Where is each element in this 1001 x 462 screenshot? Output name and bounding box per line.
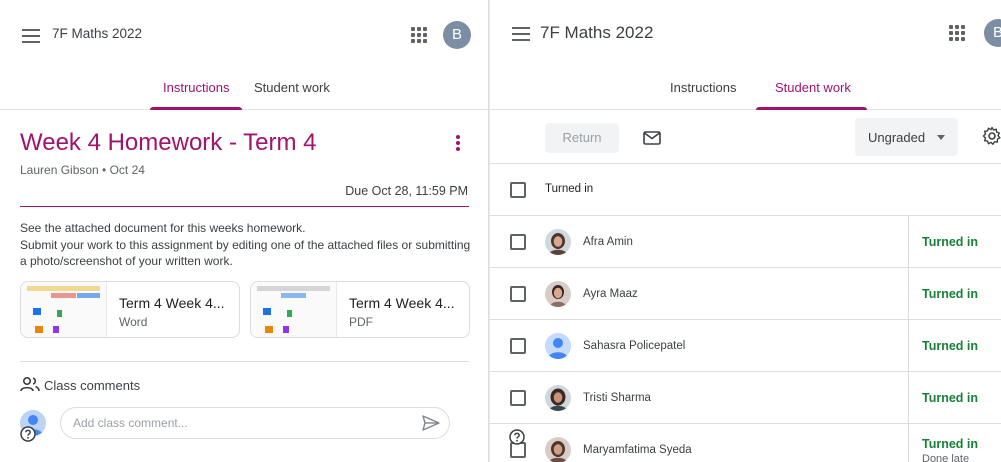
attachment-pdf[interactable]: Term 4 Week 4... PDF [250,281,470,338]
column-divider [908,320,909,372]
student-name: Ayra Maaz [583,288,638,300]
top-app-bar: 7F Maths 2022 B [490,8,1001,60]
accent-divider [20,206,469,207]
student-avatar [545,229,571,255]
help-icon[interactable] [20,426,36,442]
class-comments-heading: Class comments [44,378,141,393]
tab-instructions[interactable]: Instructions [670,80,736,95]
due-date: Due Oct 28, 11:59 PM [345,184,468,198]
attachment-word[interactable]: Term 4 Week 4... Word [20,281,240,338]
student-checkbox[interactable] [510,390,526,406]
assignment-panel: 7F Maths 2022 B Instructions Student wor… [0,0,489,462]
class-comment-input[interactable] [60,407,450,439]
apps-grid-icon[interactable] [411,27,427,43]
column-divider [908,424,909,462]
student-checkbox[interactable] [510,286,526,302]
apps-grid-icon[interactable] [949,25,965,41]
class-title[interactable]: 7F Maths 2022 [52,26,142,41]
return-button[interactable]: Return [545,123,619,153]
kebab-icon[interactable] [456,135,460,151]
student-checkbox[interactable] [510,338,526,354]
student-avatar [545,281,571,307]
column-divider [908,268,909,320]
document-thumbnail [251,282,337,337]
tab-student-work[interactable]: Student work [775,80,851,95]
class-title[interactable]: 7F Maths 2022 [540,23,653,43]
student-work-panel: 7F Maths 2022 B Instructions Student wor… [490,0,1001,462]
submission-substatus: Done late [922,453,970,462]
active-tab-indicator [150,107,242,110]
student-row[interactable]: Sahasra Policepatel Turned in [490,319,1001,372]
person-icon [545,333,571,359]
top-app-bar: 7F Maths 2022 B [0,8,488,60]
mail-icon[interactable] [643,131,661,145]
submission-status: Turned in [922,287,979,301]
document-thumbnail [21,282,107,337]
student-name: Tristi Sharma [583,392,651,404]
student-avatar [545,437,571,462]
attachment-name: Term 4 Week 4... [349,295,455,311]
student-checkbox[interactable] [510,234,526,250]
tab-bar: Instructions Student work [0,60,488,110]
account-avatar[interactable]: B [443,21,471,49]
assignment-description: See the attached document for this weeks… [20,221,471,268]
submission-status: Turned in [922,235,979,249]
section-divider [20,361,469,362]
assignment-meta: Lauren Gibson • Oct 24 [20,163,145,177]
tab-student-work[interactable]: Student work [254,80,330,95]
student-row[interactable]: Tristi Sharma Turned in [490,371,1001,424]
select-all-checkbox[interactable] [510,182,526,198]
student-name: Sahasra Policepatel [583,340,686,352]
attachment-name: Term 4 Week 4... [119,295,225,311]
active-tab-indicator [756,107,867,110]
dropdown-caret-icon [937,135,945,140]
tab-instructions[interactable]: Instructions [163,80,229,95]
student-name: Afra Amin [583,236,633,248]
student-avatar [545,385,571,411]
account-avatar[interactable]: B [984,19,1001,47]
grade-filter-select[interactable]: Ungraded [855,118,958,156]
section-label: Turned in [545,183,594,195]
people-icon [20,376,40,392]
hamburger-icon[interactable] [512,27,530,41]
submission-status: Turned in [922,391,979,405]
tab-bar: Instructions Student work [490,60,1001,110]
send-icon[interactable] [422,415,440,431]
attachment-type: PDF [349,315,373,329]
submission-status: Turned in [922,339,979,353]
help-icon[interactable] [509,429,525,445]
student-row[interactable]: Maryamfatima Syeda Turned in Done late [490,423,1001,462]
assignment-title: Week 4 Homework - Term 4 [20,129,317,156]
submission-status: Turned in [922,437,979,451]
attachment-type: Word [119,315,148,329]
hamburger-icon[interactable] [22,29,40,43]
column-divider [908,372,909,424]
column-divider [908,216,909,268]
student-name: Maryamfatima Syeda [583,444,692,456]
student-row[interactable]: Ayra Maaz Turned in [490,267,1001,320]
turned-in-header-row: Turned in [490,163,1001,215]
grade-filter-value: Ungraded [868,130,926,145]
student-row[interactable]: Afra Amin Turned in [490,215,1001,268]
gear-icon[interactable] [982,126,1001,146]
student-avatar [545,333,571,359]
